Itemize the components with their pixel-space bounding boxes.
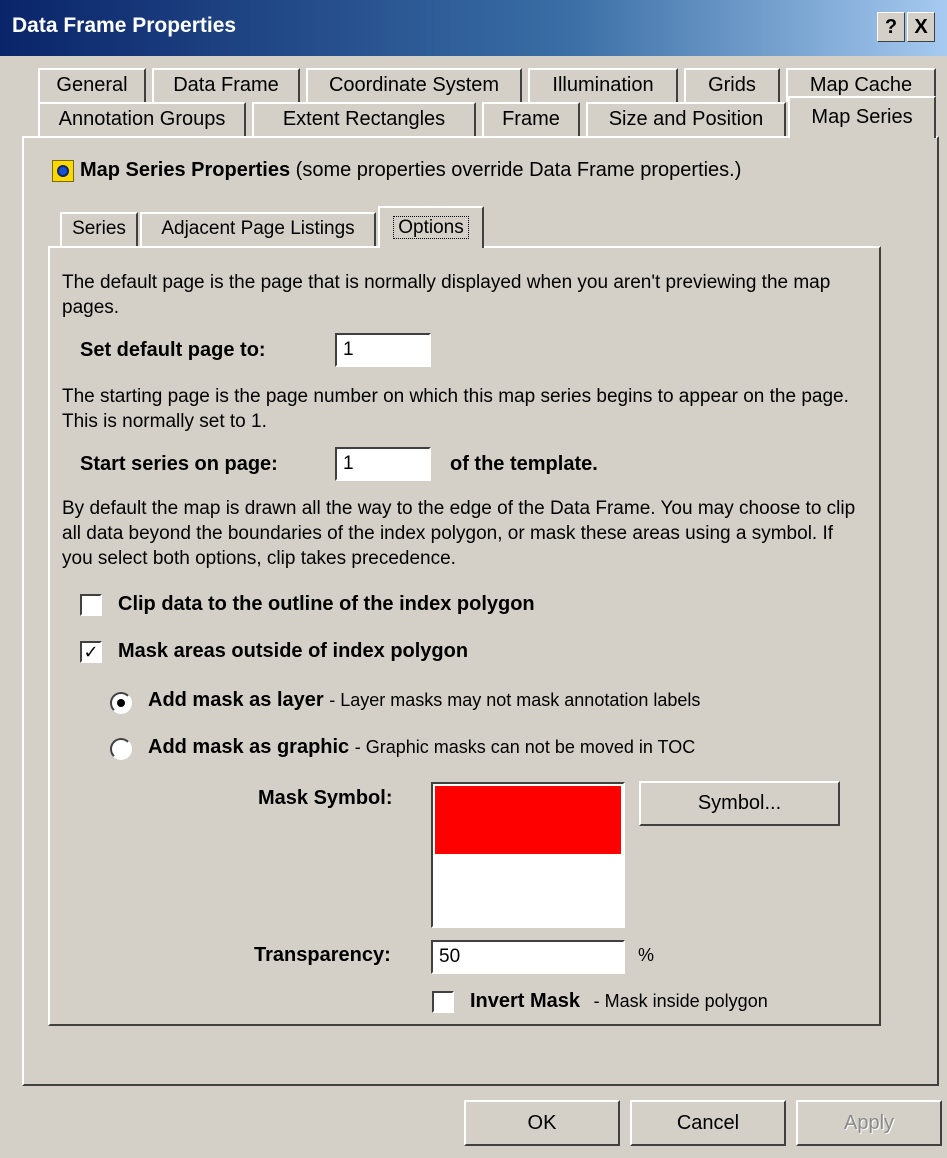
tab-map-series[interactable]: Map Series [788, 96, 936, 138]
cancel-button[interactable]: Cancel [630, 1100, 786, 1146]
tab-annotation-groups[interactable]: Annotation Groups [38, 102, 246, 136]
tab-data-frame[interactable]: Data Frame [152, 68, 300, 102]
mask-areas-checkbox[interactable]: ✓ [80, 641, 102, 663]
subtab-options[interactable]: Options [378, 206, 484, 248]
mask-as-layer-desc: - Layer masks may not mask annotation la… [329, 690, 701, 710]
start-page-label: Start series on page: [80, 453, 278, 475]
transparency-unit: % [638, 945, 655, 965]
map-series-header: Map Series Properties (some properties o… [80, 158, 741, 183]
transparency-input[interactable]: 50 [431, 940, 625, 974]
subtab-options-label: Options [393, 216, 469, 239]
tab-general[interactable]: General [38, 68, 146, 102]
mask-as-graphic-label[interactable]: Add mask as graphic [148, 736, 349, 758]
start-page-suffix: of the template. [450, 453, 598, 475]
ok-button[interactable]: OK [464, 1100, 620, 1146]
tab-coordinate-system[interactable]: Coordinate System [306, 68, 522, 102]
map-series-icon [52, 160, 74, 182]
radio-selected-dot [117, 699, 125, 707]
subtab-adjacent-page-listings[interactable]: Adjacent Page Listings [140, 212, 376, 246]
transparency-label: Transparency: [254, 944, 391, 966]
mask-as-layer-row: Add mask as layer - Layer masks may not … [148, 688, 700, 713]
invert-mask-label[interactable]: Invert Mask [470, 990, 580, 1012]
help-button[interactable]: ? [877, 12, 905, 42]
default-page-description: The default page is the page that is nor… [62, 272, 831, 318]
invert-mask-checkbox[interactable] [432, 991, 454, 1013]
start-page-description: The starting page is the page number on … [62, 386, 849, 432]
mask-as-layer-label[interactable]: Add mask as layer [148, 689, 324, 711]
window-title: Data Frame Properties [12, 14, 237, 37]
tab-size-and-position[interactable]: Size and Position [586, 102, 786, 136]
mask-symbol-label: Mask Symbol: [258, 787, 393, 809]
map-series-title: Map Series Properties [80, 159, 291, 181]
tab-frame[interactable]: Frame [482, 102, 580, 136]
clip-description: By default the map is drawn all the way … [62, 498, 856, 569]
apply-button[interactable]: Apply [796, 1100, 942, 1146]
mask-symbol-preview[interactable] [431, 782, 625, 928]
mask-as-graphic-desc: - Graphic masks can not be moved in TOC [354, 737, 696, 757]
close-button[interactable]: X [907, 12, 935, 42]
clip-data-checkbox[interactable] [80, 594, 102, 616]
radio-mask-as-layer[interactable] [110, 692, 132, 714]
mask-as-graphic-row: Add mask as graphic - Graphic masks can … [148, 735, 695, 760]
start-page-input[interactable]: 1 [335, 447, 431, 481]
radio-mask-as-graphic[interactable] [110, 738, 132, 760]
title-bar[interactable]: Data Frame Properties ? X [0, 0, 947, 56]
default-page-label: Set default page to: [80, 339, 266, 361]
tab-grids[interactable]: Grids [684, 68, 780, 102]
tab-extent-rectangles[interactable]: Extent Rectangles [252, 102, 476, 136]
symbol-button[interactable]: Symbol... [639, 781, 840, 826]
mask-areas-label[interactable]: Mask areas outside of index polygon [118, 639, 468, 664]
subtab-series[interactable]: Series [60, 212, 138, 246]
invert-mask-desc: - Mask inside polygon [593, 991, 768, 1011]
mask-symbol-swatch [435, 786, 621, 854]
map-series-note: (some properties override Data Frame pro… [295, 159, 742, 181]
clip-data-label[interactable]: Clip data to the outline of the index po… [118, 592, 535, 617]
default-page-input[interactable]: 1 [335, 333, 431, 367]
invert-mask-row: Invert Mask - Mask inside polygon [470, 989, 768, 1014]
tab-illumination[interactable]: Illumination [528, 68, 678, 102]
